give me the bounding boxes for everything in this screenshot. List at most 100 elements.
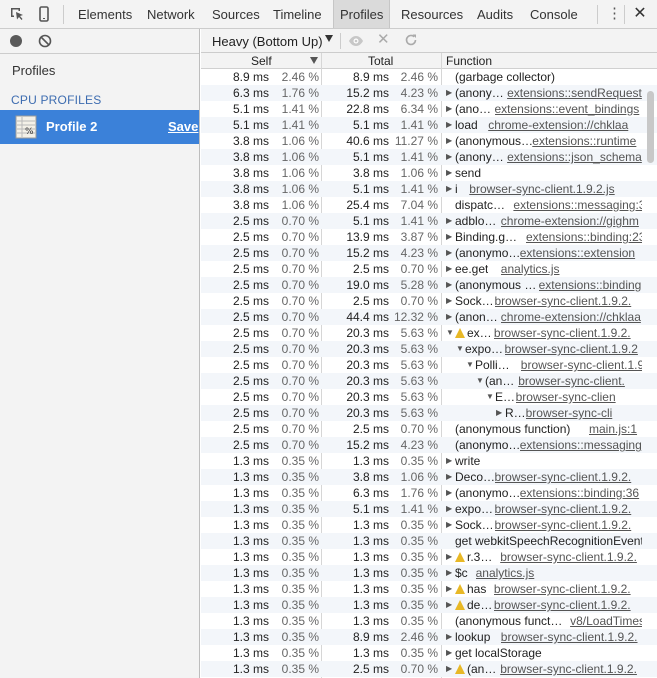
expand-triangle-closed-icon[interactable]: ▶ bbox=[446, 261, 455, 277]
table-row[interactable]: 1.3 ms 0.35 % 3.8 ms 1.06 % ▶ Deco… browser-sy… bbox=[201, 469, 657, 485]
function-source-link[interactable]: main.js:1 bbox=[589, 421, 642, 437]
function-source-link[interactable]: browser-sync-clien bbox=[516, 389, 642, 405]
table-row[interactable]: 2.5 ms 0.70 % 20.3 ms 5.63 % ▼Polli… browser-… bbox=[201, 357, 657, 373]
function-source-link[interactable]: extensions::binding:23 bbox=[526, 229, 642, 245]
expand-triangle-closed-icon[interactable]: ▶ bbox=[446, 149, 455, 165]
expand-triangle-closed-icon[interactable]: ▶ bbox=[446, 117, 455, 133]
column-header-self[interactable]: Self bbox=[251, 54, 272, 68]
save-profile-link[interactable]: Save bbox=[168, 119, 198, 134]
expand-triangle-open-icon[interactable]: ▼ bbox=[446, 325, 455, 341]
function-source-link[interactable]: browser-sync-client.1.9 bbox=[521, 357, 642, 373]
function-source-link[interactable]: browser-sync-client.1.9.2 bbox=[505, 341, 643, 357]
tab-audits[interactable]: Audits bbox=[471, 0, 519, 28]
function-source-link[interactable]: extensions::runtime bbox=[532, 133, 642, 149]
table-row[interactable]: 1.3 ms 0.35 % 1.3 ms 0.35 % ▶ de… browser-sync… bbox=[201, 597, 657, 613]
function-source-link[interactable]: browser-sync-client.1.9.2. bbox=[501, 629, 642, 645]
table-row[interactable]: 3.8 ms 1.06 % 25.4 ms 7.04 % dispatc… extensi… bbox=[201, 197, 657, 213]
vertical-scrollbar[interactable] bbox=[647, 91, 654, 163]
table-row[interactable]: 2.5 ms 0.70 % 20.3 ms 5.63 % ▼ ex… browser-syn… bbox=[201, 325, 657, 341]
expand-triangle-closed-icon[interactable]: ▶ bbox=[446, 661, 455, 677]
tab-sources[interactable]: Sources bbox=[206, 0, 266, 28]
function-source-link[interactable]: browser-sync-client.1.9.2. bbox=[494, 581, 642, 597]
function-source-link[interactable]: extensions::messaging:30 bbox=[513, 197, 642, 213]
expand-triangle-closed-icon[interactable]: ▶ bbox=[446, 469, 455, 485]
more-options-icon[interactable]: ⋮ bbox=[607, 6, 622, 23]
function-source-link[interactable]: browser-sync-client.1.9.2. bbox=[500, 661, 642, 677]
expand-triangle-closed-icon[interactable]: ▶ bbox=[446, 453, 455, 469]
table-row[interactable]: 2.5 ms 0.70 % 20.3 ms 5.63 % ▼expo… browser-s… bbox=[201, 341, 657, 357]
table-row[interactable]: 5.1 ms 1.41 % 5.1 ms 1.41 % ▶ load chrome-exte… bbox=[201, 117, 657, 133]
expand-triangle-closed-icon[interactable]: ▶ bbox=[446, 229, 455, 245]
function-source-link[interactable]: v8/LoadTimes bbox=[570, 613, 642, 629]
function-source-link[interactable]: chrome-extension://gighm bbox=[501, 213, 642, 229]
expand-triangle-closed-icon[interactable]: ▶ bbox=[446, 597, 455, 613]
expand-triangle-closed-icon[interactable]: ▶ bbox=[446, 101, 455, 117]
expand-triangle-open-icon[interactable]: ▼ bbox=[456, 341, 465, 357]
function-source-link[interactable]: browser-sync-client. bbox=[518, 373, 642, 389]
table-row[interactable]: 1.3 ms 0.35 % 1.3 ms 0.35 % ▶ write bbox=[201, 453, 657, 469]
focus-selected-function-icon[interactable] bbox=[348, 35, 364, 47]
table-row[interactable]: 3.8 ms 1.06 % 5.1 ms 1.41 % ▶ i browser-sync-c… bbox=[201, 181, 657, 197]
function-source-link[interactable]: extensions::event_bindings bbox=[495, 101, 643, 117]
table-row[interactable]: 5.1 ms 1.41 % 22.8 ms 6.34 % ▶ (ano… extension… bbox=[201, 101, 657, 117]
function-source-link[interactable]: extensions::messaging bbox=[520, 437, 642, 453]
tab-elements[interactable]: Elements bbox=[72, 0, 138, 28]
expand-triangle-closed-icon[interactable]: ▶ bbox=[446, 501, 455, 517]
table-row[interactable]: 2.5 ms 0.70 % 5.1 ms 1.41 % ▶ adblo… chrome-ex… bbox=[201, 213, 657, 229]
function-source-link[interactable]: analytics.js bbox=[476, 565, 642, 581]
tab-resources[interactable]: Resources bbox=[395, 0, 469, 28]
table-row[interactable]: 1.3 ms 0.35 % 1.3 ms 0.35 % (anonymous funct… bbox=[201, 613, 657, 629]
expand-triangle-closed-icon[interactable]: ▶ bbox=[446, 517, 455, 533]
expand-triangle-closed-icon[interactable]: ▶ bbox=[446, 181, 455, 197]
table-row[interactable]: 2.5 ms 0.70 % 19.0 ms 5.28 % ▶ (anonymous … ex… bbox=[201, 277, 657, 293]
record-icon[interactable] bbox=[10, 35, 22, 47]
tab-network[interactable]: Network bbox=[141, 0, 201, 28]
table-row[interactable]: 1.3 ms 0.35 % 1.3 ms 0.35 % ▶ $c analytics.js bbox=[201, 565, 657, 581]
table-row[interactable]: 2.5 ms 0.70 % 20.3 ms 5.63 % ▼E… browser-sync… bbox=[201, 389, 657, 405]
function-source-link[interactable]: chrome-extension://chklaa bbox=[488, 117, 642, 133]
table-row[interactable]: 2.5 ms 0.70 % 2.5 ms 0.70 % ▶ Sock… browser-sy… bbox=[201, 293, 657, 309]
table-row[interactable]: 1.3 ms 0.35 % 1.3 ms 0.35 % get webkitSpeech… bbox=[201, 533, 657, 549]
table-row[interactable]: 1.3 ms 0.35 % 6.3 ms 1.76 % ▶ (anonymo… extens… bbox=[201, 485, 657, 501]
expand-triangle-open-icon[interactable]: ▼ bbox=[486, 389, 495, 405]
clear-all-icon[interactable] bbox=[38, 34, 52, 48]
table-row[interactable]: 1.3 ms 0.35 % 2.5 ms 0.70 % ▶ (an… browser-syn… bbox=[201, 661, 657, 677]
exclude-function-icon[interactable]: ✕ bbox=[377, 32, 390, 48]
function-source-link[interactable]: browser-sync-client.1.9.2. bbox=[495, 469, 643, 485]
table-row[interactable]: 1.3 ms 0.35 % 8.9 ms 2.46 % ▶ lookup browser-s… bbox=[201, 629, 657, 645]
close-devtools-icon[interactable]: ✕ bbox=[632, 4, 648, 24]
expand-triangle-closed-icon[interactable]: ▶ bbox=[446, 213, 455, 229]
function-source-link[interactable]: extensions::sendRequest bbox=[507, 85, 642, 101]
function-source-link[interactable]: extensions::binding bbox=[539, 277, 642, 293]
expand-triangle-closed-icon[interactable]: ▶ bbox=[446, 549, 455, 565]
expand-triangle-closed-icon[interactable]: ▶ bbox=[446, 629, 455, 645]
expand-triangle-closed-icon[interactable]: ▶ bbox=[446, 277, 455, 293]
expand-triangle-closed-icon[interactable]: ▶ bbox=[446, 485, 455, 501]
function-source-link[interactable]: browser-sync-client.1.9.2. bbox=[500, 549, 642, 565]
function-source-link[interactable]: browser-sync-cli bbox=[526, 405, 642, 421]
table-row[interactable]: 2.5 ms 0.70 % 15.2 ms 4.23 % ▶ (anonymo… exten… bbox=[201, 245, 657, 261]
expand-triangle-closed-icon[interactable]: ▶ bbox=[446, 85, 455, 101]
dropdown-arrow-icon[interactable] bbox=[325, 35, 333, 42]
table-row[interactable]: 6.3 ms 1.76 % 15.2 ms 4.23 % ▶ (anony… extensi… bbox=[201, 85, 657, 101]
table-row[interactable]: 8.9 ms 2.46 % 8.9 ms 2.46 % (garbage collect… bbox=[201, 69, 657, 85]
table-row[interactable]: 3.8 ms 1.06 % 5.1 ms 1.41 % ▶ (anony… extensio… bbox=[201, 149, 657, 165]
expand-triangle-closed-icon[interactable]: ▶ bbox=[446, 309, 455, 325]
table-row[interactable]: 1.3 ms 0.35 % 5.1 ms 1.41 % ▶ expo… browser-sy… bbox=[201, 501, 657, 517]
expand-triangle-open-icon[interactable]: ▼ bbox=[476, 373, 485, 389]
function-source-link[interactable]: analytics.js bbox=[501, 261, 642, 277]
table-row[interactable]: 2.5 ms 0.70 % 2.5 ms 0.70 % ▶ ee.get analytics… bbox=[201, 261, 657, 277]
tab-console[interactable]: Console bbox=[524, 0, 584, 28]
sidebar-title[interactable]: Profiles bbox=[12, 63, 55, 78]
table-row[interactable]: 1.3 ms 0.35 % 1.3 ms 0.35 % ▶ r.3… browser-syn… bbox=[201, 549, 657, 565]
function-source-link[interactable]: extensions::extension bbox=[520, 245, 642, 261]
function-source-link[interactable]: browser-sync-client.1.9.2. bbox=[495, 501, 643, 517]
function-source-link[interactable]: browser-sync-client.1.9.2.js bbox=[469, 181, 642, 197]
expand-triangle-closed-icon[interactable]: ▶ bbox=[496, 405, 505, 421]
tab-profiles[interactable]: Profiles bbox=[333, 0, 391, 28]
expand-triangle-closed-icon[interactable]: ▶ bbox=[446, 245, 455, 261]
column-header-function[interactable]: Function bbox=[446, 54, 492, 68]
device-mode-icon[interactable] bbox=[36, 6, 52, 22]
view-mode-select[interactable]: Heavy (Bottom Up) bbox=[212, 34, 323, 49]
table-row[interactable]: 3.8 ms 1.06 % 3.8 ms 1.06 % ▶ send bbox=[201, 165, 657, 181]
